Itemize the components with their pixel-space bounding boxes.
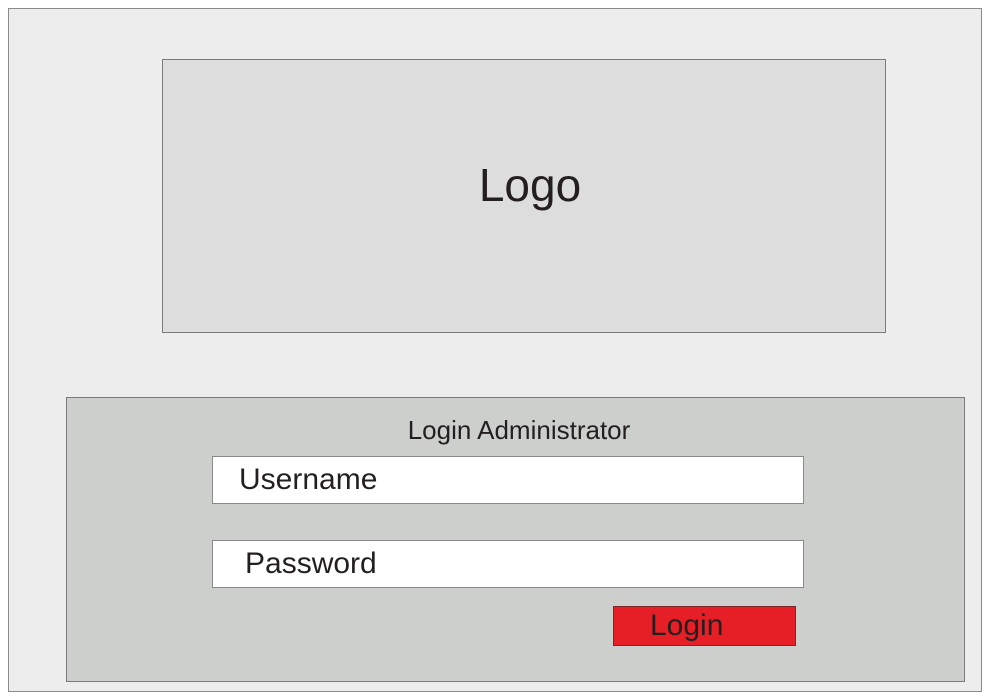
username-input[interactable] xyxy=(212,456,804,504)
password-input[interactable] xyxy=(212,540,804,588)
login-button[interactable]: Login xyxy=(613,606,796,646)
login-title: Login Administrator xyxy=(407,415,631,445)
logo-placeholder: Logo xyxy=(162,59,886,333)
logo-text: Logo xyxy=(478,159,582,211)
